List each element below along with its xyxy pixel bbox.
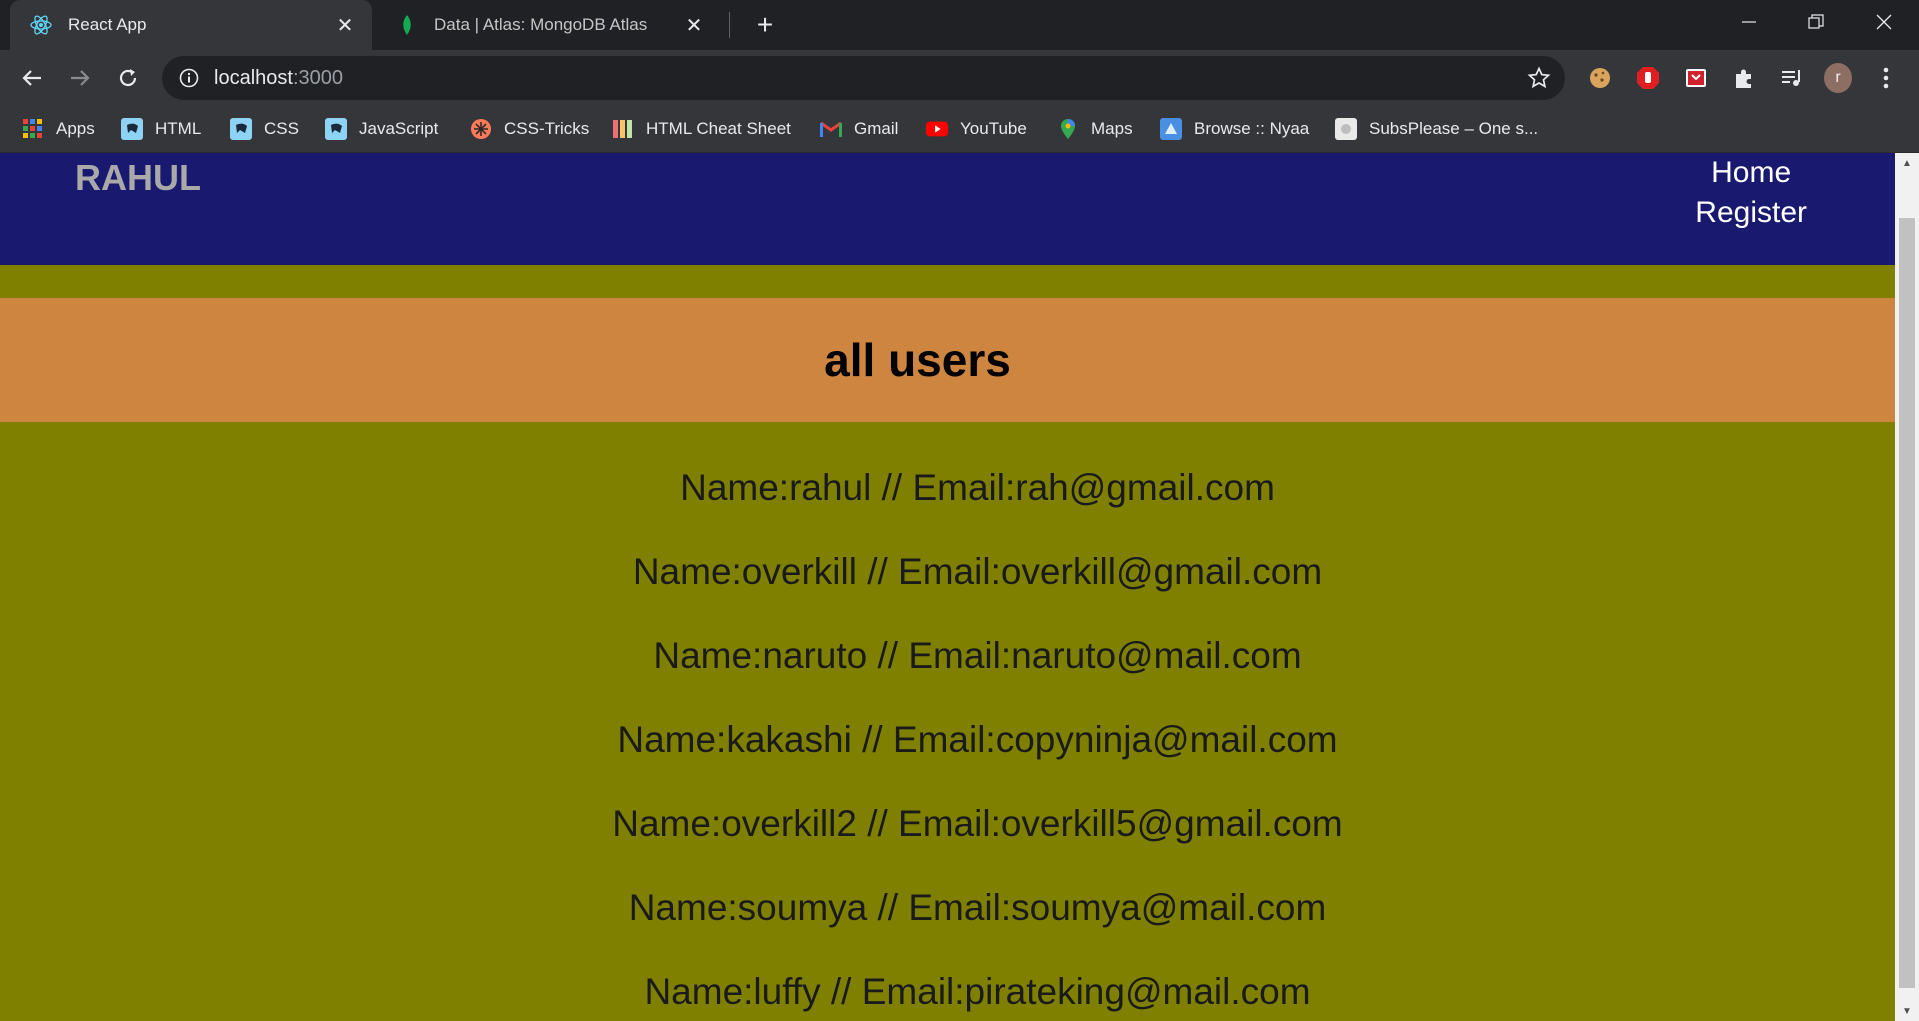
page-viewport: RAHUL Home Register all users Name:rahul… [0,153,1895,1021]
bookmark-apps[interactable]: Apps [22,106,95,152]
extensions-puzzle-icon[interactable] [1730,64,1758,92]
tab-strip: React App ✕ Data | Atlas: MongoDB Atlas … [0,0,1919,50]
cookie-extension-icon[interactable] [1586,64,1614,92]
list-item: Name:rahul // Email:rah@gmail.com [680,467,1275,508]
url-port: :3000 [292,66,343,89]
restore-icon[interactable] [1783,0,1849,44]
new-tab-icon[interactable]: + [748,8,782,42]
list-item: Name:overkill2 // Email:overkill5@gmail.… [612,803,1343,844]
close-tab-icon[interactable]: ✕ [683,14,705,37]
bookmark-label: YouTube [960,119,1027,138]
heading-band: all users [0,298,1895,422]
bookmark-html[interactable]: HTML [121,106,201,152]
list-item: Name:luffy // Email:pirateking@mail.com [644,971,1311,1012]
user-list: Name:rahul // Email:rah@gmail.com Name:o… [0,446,1895,1021]
forward-icon[interactable] [62,60,98,96]
scroll-up-arrow-icon[interactable]: ▲ [1895,153,1919,173]
address-bar[interactable]: localhost:3000 [162,56,1565,100]
bookmark-youtube[interactable]: YouTube [926,106,1027,152]
tab-react-app[interactable]: React App ✕ [10,0,372,50]
bookmark-html-cheat-sheet[interactable]: HTML Cheat Sheet [612,106,791,152]
bookmark-label: CSS-Tricks [504,119,590,138]
close-window-icon[interactable] [1851,0,1917,44]
adblock-extension-icon[interactable] [1634,64,1662,92]
site-info-icon[interactable] [178,67,200,89]
bookmark-label: HTML Cheat Sheet [646,119,791,138]
close-tab-icon[interactable]: ✕ [334,14,356,37]
css-tricks-icon [470,118,492,140]
nyaa-icon [1160,118,1182,140]
bookmark-label: SubsPlease – One s... [1369,119,1539,138]
tab-mongodb-atlas[interactable]: Data | Atlas: MongoDB Atlas ✕ [376,0,721,50]
browser-menu-icon[interactable] [1872,64,1900,92]
bookmark-css-icon [230,118,252,140]
browser-toolbar: localhost:3000 r [0,50,1919,106]
media-queue-icon[interactable] [1778,64,1806,92]
maps-icon [1057,118,1079,140]
site-brand[interactable]: RAHUL [75,157,201,199]
nav-links: Home Register [1695,153,1807,233]
back-icon[interactable] [14,60,50,96]
bookmark-label: Browse :: Nyaa [1194,119,1310,138]
pocket-extension-icon[interactable] [1682,64,1710,92]
react-icon [30,14,52,36]
tab-divider [729,12,730,38]
site-navbar: RAHUL Home Register [0,153,1895,265]
minimize-icon[interactable] [1716,0,1782,44]
list-item: Name:overkill // Email:overkill@gmail.co… [632,551,1323,592]
gmail-icon [820,118,842,140]
scroll-down-arrow-icon[interactable]: ▼ [1895,1001,1919,1021]
tab-title: Data | Atlas: MongoDB Atlas [434,15,648,34]
page-title: all users [824,334,1011,386]
bookmark-label: CSS [264,119,299,138]
list-item: Name:naruto // Email:naruto@mail.com [653,635,1302,676]
cheatsheet-icon [612,118,634,140]
bookmarks-bar: Apps HTML CSS JavaScript CSS-Tricks HTML… [0,106,1919,153]
profile-avatar[interactable]: r [1824,63,1852,93]
bookmark-nyaa[interactable]: Browse :: Nyaa [1160,106,1309,152]
bookmark-label: JavaScript [359,119,439,138]
bookmark-css-tricks[interactable]: CSS-Tricks [470,106,589,152]
list-item: Name:soumya // Email:soumya@mail.com [628,887,1327,928]
list-item: Name:kakashi // Email:copyninja@mail.com [617,719,1338,760]
subsplease-icon [1335,118,1357,140]
bookmark-gmail[interactable]: Gmail [820,106,898,152]
url-host: localhost [214,66,293,89]
bookmark-css[interactable]: CSS [230,106,299,152]
bookmark-star-icon[interactable] [1527,66,1551,90]
bookmark-html-icon [121,118,143,140]
bookmark-javascript[interactable]: JavaScript [325,106,438,152]
bookmark-javascript-icon [325,118,347,140]
nav-home-link[interactable]: Home [1695,153,1807,193]
bookmark-label: Apps [56,119,95,138]
mongodb-leaf-icon [396,14,418,36]
vertical-scrollbar[interactable]: ▲ ▼ [1895,153,1919,1021]
bookmark-label: Gmail [854,119,899,138]
tab-title: React App [68,15,147,34]
apps-grid-icon [22,118,44,140]
bookmark-subsplease[interactable]: SubsPlease – One s... [1335,106,1538,152]
nav-register-link[interactable]: Register [1695,193,1807,233]
scrollbar-thumb[interactable] [1899,218,1915,988]
bookmark-label: Maps [1091,119,1133,138]
profile-initial: r [1824,63,1852,93]
bookmark-maps[interactable]: Maps [1057,106,1133,152]
youtube-icon [926,118,948,140]
reload-icon[interactable] [110,60,146,96]
bookmark-label: HTML [155,119,202,138]
